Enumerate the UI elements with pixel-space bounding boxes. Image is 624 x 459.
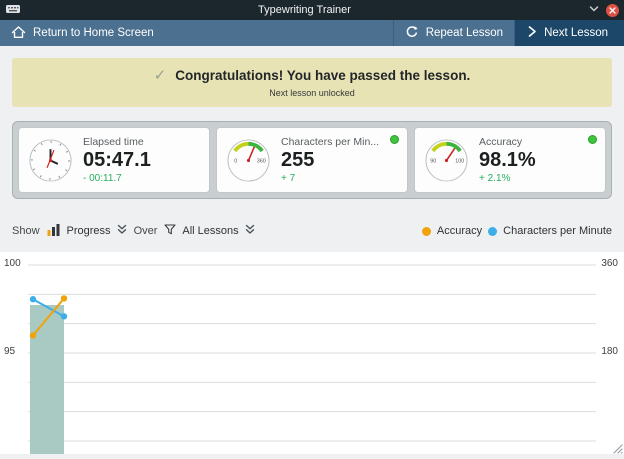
home-icon [11,25,26,42]
banner-subtitle: Next lesson unlocked [18,88,606,98]
repeat-lesson-label: Repeat Lesson [426,27,503,39]
cpm-legend-label: Characters per Minute [503,225,612,237]
stat-value: 98.1% [479,148,536,172]
chevron-down-icon[interactable] [588,3,600,18]
return-home-button[interactable]: Return to Home Screen [0,20,165,46]
app-keyboard-icon [5,2,21,19]
accuracy-legend-dot [422,227,431,236]
double-chevron-down-icon [245,224,255,238]
window-title: Typewriting Trainer [21,4,588,16]
stats-panel: Elapsed time 05:47.1 - 00:11.7 0 360 Cha… [12,121,612,199]
over-label: Over [134,225,158,237]
cpm-legend-dot [488,227,497,236]
check-icon: ✓ [154,66,167,84]
right-axis-tick: 180 [601,346,618,357]
progress-selector[interactable]: Progress [47,223,127,239]
return-home-label: Return to Home Screen [33,27,154,39]
accuracy-legend-label: Accuracy [437,225,482,237]
progress-chart: 100 95 360 180 [0,252,624,454]
left-axis-tick: 100 [4,258,21,269]
accuracy-card: 90 100 Accuracy 98.1% + 2.1% [414,127,606,193]
stat-delta: + 2.1% [479,173,536,184]
progress-selector-label: Progress [67,225,111,237]
chart-legend: Accuracy Characters per Minute [422,225,612,237]
stat-label: Characters per Min... [281,136,379,148]
svg-text:0: 0 [234,158,237,164]
resize-grip-icon[interactable] [611,441,623,453]
filter-bar: Show Progress Over All Lessons [12,223,612,239]
lessons-filter-selector[interactable]: All Lessons [164,224,254,238]
next-lesson-button[interactable]: Next Lesson [515,20,624,46]
double-chevron-down-icon [117,224,127,238]
accuracy-gauge-icon: 90 100 [423,137,470,184]
svg-text:100: 100 [455,158,464,164]
status-dot [588,135,597,144]
svg-text:90: 90 [430,158,436,164]
stat-label: Accuracy [479,136,536,148]
next-lesson-label: Next Lesson [544,27,608,39]
progress-chart-icon [47,223,61,239]
stat-delta: + 7 [281,173,379,184]
stat-delta: - 00:11.7 [83,173,151,184]
congratulations-banner: ✓ Congratulations! You have passed the l… [12,58,612,107]
lessons-filter-label: All Lessons [182,225,238,237]
progress-chart-canvas [0,252,624,454]
speed-gauge-icon: 0 360 [225,137,272,184]
left-axis-tick: 95 [4,346,15,357]
stat-value: 255 [281,148,379,172]
clock-icon [27,137,74,184]
toolbar: Return to Home Screen Repeat Lesson Next… [0,20,624,46]
banner-title: Congratulations! You have passed the les… [175,68,470,83]
repeat-lesson-button[interactable]: Repeat Lesson [393,20,515,46]
right-axis-tick: 360 [601,258,618,269]
funnel-icon [164,224,176,238]
show-label: Show [12,225,40,237]
characters-per-minute-card: 0 360 Characters per Min... 255 + 7 [216,127,408,193]
chevron-right-icon [527,25,537,41]
stat-value: 05:47.1 [83,148,151,172]
titlebar: Typewriting Trainer [0,0,624,20]
svg-text:360: 360 [257,158,266,164]
stat-label: Elapsed time [83,136,151,148]
elapsed-time-card: Elapsed time 05:47.1 - 00:11.7 [18,127,210,193]
toolbar-spacer [165,20,393,46]
close-button[interactable] [606,4,619,17]
refresh-icon [405,25,419,42]
status-dot [390,135,399,144]
